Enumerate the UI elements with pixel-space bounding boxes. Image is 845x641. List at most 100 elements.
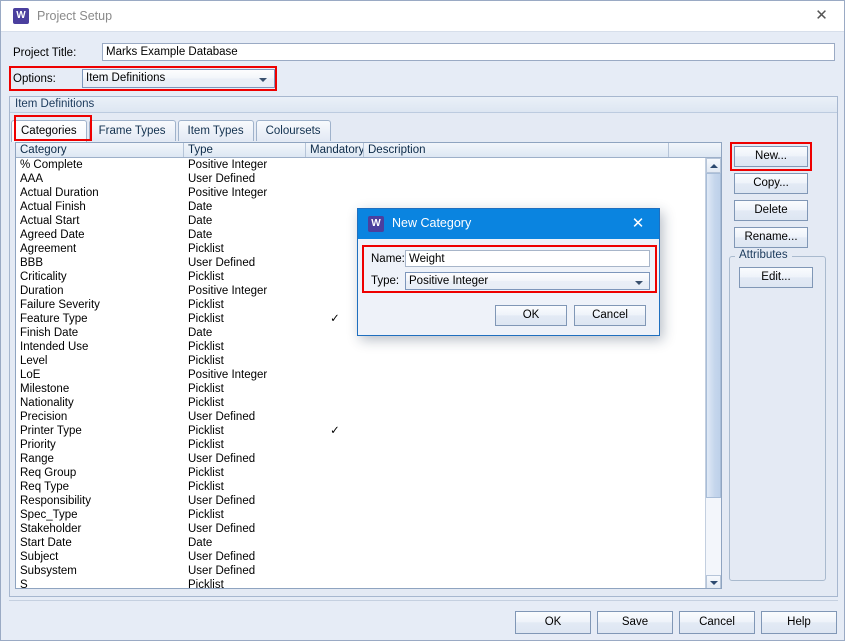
delete-button[interactable]: Delete bbox=[734, 200, 808, 221]
cell-type: Date bbox=[188, 537, 213, 549]
table-row[interactable]: Level Picklist bbox=[16, 354, 721, 368]
cell-type: Picklist bbox=[188, 271, 224, 283]
edit-attributes-button[interactable]: Edit... bbox=[739, 267, 813, 288]
cell-mandatory bbox=[306, 396, 364, 410]
ok-button[interactable]: OK bbox=[515, 611, 591, 634]
table-row[interactable]: Intended Use Picklist bbox=[16, 340, 721, 354]
cell-mandatory bbox=[306, 284, 364, 298]
column-header-category[interactable]: Category bbox=[16, 143, 184, 157]
table-row[interactable]: Req Type Picklist bbox=[16, 480, 721, 494]
project-title-input[interactable] bbox=[102, 43, 835, 61]
table-row[interactable]: Range User Defined bbox=[16, 452, 721, 466]
table-vertical-scrollbar[interactable] bbox=[705, 158, 721, 588]
rename-button[interactable]: Rename... bbox=[734, 227, 808, 248]
table-row[interactable]: Stakeholder User Defined bbox=[16, 522, 721, 536]
options-dropdown-value: Item Definitions bbox=[86, 72, 166, 84]
table-row[interactable]: Subsystem User Defined bbox=[16, 564, 721, 578]
table-row[interactable]: Responsibility User Defined bbox=[16, 494, 721, 508]
cell-type: Picklist bbox=[188, 355, 224, 367]
dialog-name-input[interactable] bbox=[405, 250, 650, 267]
cell-description bbox=[364, 466, 704, 480]
cell-category: Failure Severity bbox=[20, 299, 100, 311]
table-row[interactable]: Priority Picklist bbox=[16, 438, 721, 452]
tab-categories[interactable]: Categories bbox=[11, 120, 87, 142]
cell-type: Picklist bbox=[188, 397, 224, 409]
chevron-down-icon bbox=[635, 281, 643, 285]
table-row[interactable]: Start Date Date bbox=[16, 536, 721, 550]
dialog-type-dropdown[interactable]: Positive Integer bbox=[405, 272, 650, 290]
chevron-down-icon bbox=[259, 78, 267, 82]
cell-mandatory bbox=[306, 228, 364, 242]
cell-type: Picklist bbox=[188, 509, 224, 521]
cell-type: Picklist bbox=[188, 299, 224, 311]
scroll-up-icon[interactable] bbox=[706, 158, 721, 173]
dialog-close-icon[interactable]: ✕ bbox=[617, 209, 659, 239]
tab-item-types[interactable]: Item Types bbox=[177, 120, 254, 141]
cell-description bbox=[364, 340, 704, 354]
cell-category: Stakeholder bbox=[20, 523, 82, 535]
table-row[interactable]: Precision User Defined bbox=[16, 410, 721, 424]
cell-description bbox=[364, 522, 704, 536]
cell-type: Positive Integer bbox=[188, 159, 268, 171]
attributes-group bbox=[729, 256, 826, 581]
column-header-description[interactable]: Description bbox=[364, 143, 669, 157]
cell-category: Level bbox=[20, 355, 48, 367]
cell-description bbox=[364, 494, 704, 508]
cell-type: Date bbox=[188, 201, 213, 213]
cell-mandatory bbox=[306, 158, 364, 172]
footer-separator bbox=[9, 600, 838, 601]
column-header-mandatory[interactable]: Mandatory bbox=[306, 143, 364, 157]
table-row[interactable]: AAA User Defined bbox=[16, 172, 721, 186]
table-row[interactable]: % Complete Positive Integer bbox=[16, 158, 721, 172]
cell-category: Responsibility bbox=[20, 495, 91, 507]
cell-category: % Complete bbox=[20, 159, 83, 171]
cell-type: User Defined bbox=[188, 495, 256, 507]
scroll-down-icon[interactable] bbox=[706, 575, 721, 588]
cancel-button[interactable]: Cancel bbox=[679, 611, 755, 634]
table-row[interactable]: Actual Duration Positive Integer bbox=[16, 186, 721, 200]
table-row[interactable]: Spec_Type Picklist bbox=[16, 508, 721, 522]
dialog-ok-button[interactable]: OK bbox=[495, 305, 567, 326]
save-button[interactable]: Save bbox=[597, 611, 673, 634]
tab-coloursets[interactable]: Coloursets bbox=[255, 120, 331, 141]
cell-category: Nationality bbox=[20, 397, 74, 409]
dialog-app-logo-icon: W bbox=[368, 216, 384, 232]
cell-description bbox=[364, 424, 704, 438]
new-button[interactable]: New... bbox=[734, 146, 808, 167]
dialog-cancel-button[interactable]: Cancel bbox=[574, 305, 646, 326]
table-row[interactable]: Subject User Defined bbox=[16, 550, 721, 564]
cell-mandatory bbox=[306, 536, 364, 550]
options-dropdown[interactable]: Item Definitions bbox=[82, 69, 275, 88]
copy-button[interactable]: Copy... bbox=[734, 173, 808, 194]
cell-category: Actual Finish bbox=[20, 201, 86, 213]
cell-type: Picklist bbox=[188, 467, 224, 479]
cell-mandatory bbox=[306, 200, 364, 214]
cell-mandatory bbox=[306, 508, 364, 522]
cell-category: Subject bbox=[20, 551, 59, 563]
help-button[interactable]: Help bbox=[761, 611, 837, 634]
cell-description bbox=[364, 410, 704, 424]
table-row[interactable]: Nationality Picklist bbox=[16, 396, 721, 410]
tab-frame-types[interactable]: Frame Types bbox=[88, 120, 176, 141]
cell-type: User Defined bbox=[188, 523, 256, 535]
table-row[interactable]: LoE Positive Integer bbox=[16, 368, 721, 382]
item-definitions-group-title: Item Definitions bbox=[10, 97, 837, 113]
cell-description bbox=[364, 158, 704, 172]
table-row[interactable]: Printer Type Picklist ✓ bbox=[16, 424, 721, 438]
cell-category: Range bbox=[20, 453, 54, 465]
cell-type: Positive Integer bbox=[188, 369, 268, 381]
close-icon[interactable]: ✕ bbox=[799, 1, 844, 31]
scrollbar-thumb[interactable] bbox=[706, 173, 721, 498]
cell-mandatory bbox=[306, 494, 364, 508]
cell-mandatory bbox=[306, 480, 364, 494]
cell-category: Spec_Type bbox=[20, 509, 78, 521]
column-header-type[interactable]: Type bbox=[184, 143, 306, 157]
table-row[interactable]: Req Group Picklist bbox=[16, 466, 721, 480]
cell-type: Picklist bbox=[188, 383, 224, 395]
cell-mandatory bbox=[306, 578, 364, 588]
table-row[interactable]: S Picklist bbox=[16, 578, 721, 588]
cell-category: Milestone bbox=[20, 383, 70, 395]
cell-type: Picklist bbox=[188, 425, 224, 437]
cell-mandatory bbox=[306, 382, 364, 396]
table-row[interactable]: Milestone Picklist bbox=[16, 382, 721, 396]
